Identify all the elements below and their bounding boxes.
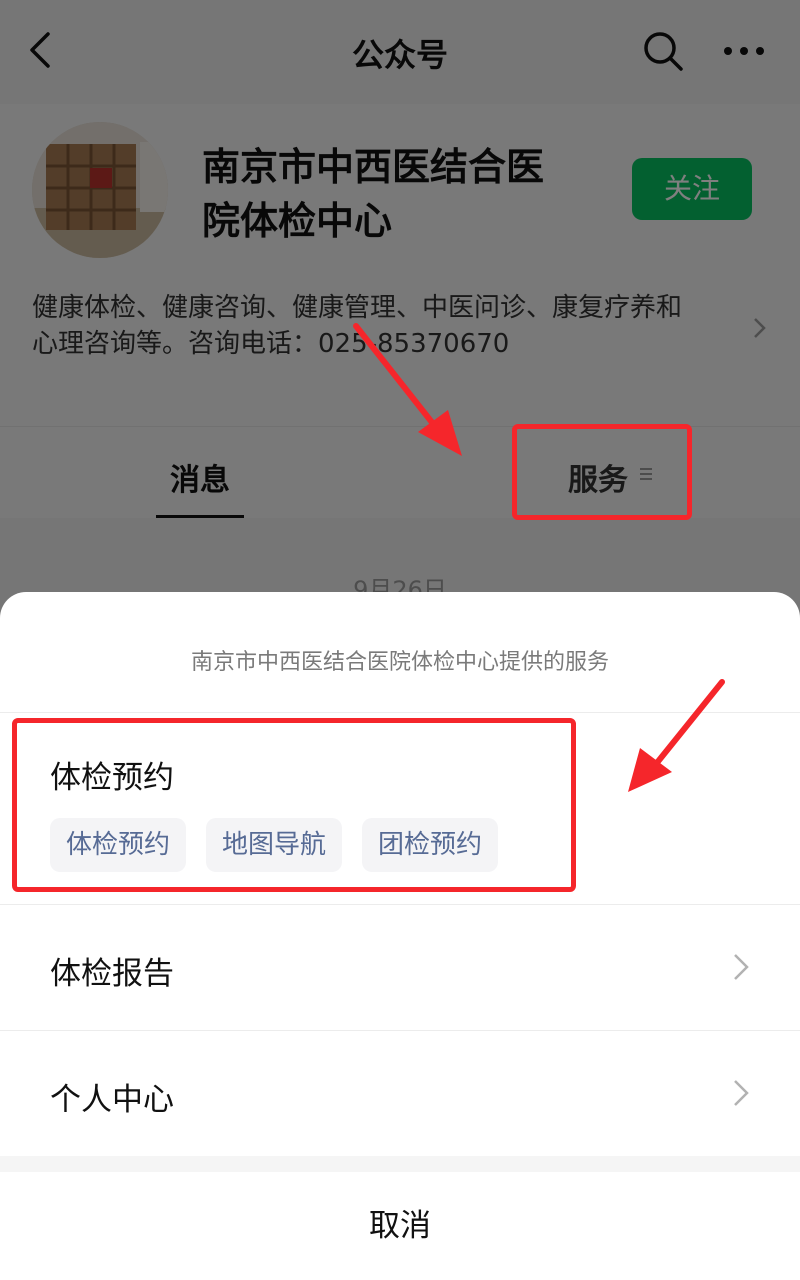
annotation-box-booking-group — [12, 718, 576, 892]
services-action-sheet: 南京市中西医结合医院体检中心提供的服务 体检预约 体检预约 地图导航 团检预约 … — [0, 592, 800, 1280]
chevron-right-icon — [734, 954, 749, 980]
divider — [0, 712, 800, 713]
sheet-title: 南京市中西医结合医院体检中心提供的服务 — [190, 650, 609, 675]
annotation-box-services — [512, 424, 692, 520]
sheet-separator — [0, 1156, 800, 1172]
divider — [0, 904, 800, 905]
row-label: 体检报告 — [50, 956, 174, 992]
cancel-button[interactable]: 取消 — [0, 1172, 800, 1280]
chevron-right-icon — [734, 1080, 749, 1106]
row-label: 个人中心 — [50, 1082, 174, 1118]
divider — [0, 1030, 800, 1031]
